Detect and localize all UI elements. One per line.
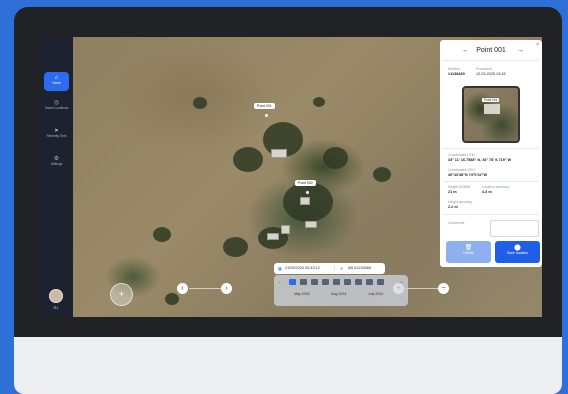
point-detail-panel: × ← Point 001 → Number #1138469 Processe… <box>440 40 542 267</box>
tree-canopy <box>165 293 179 305</box>
tree-canopy <box>323 147 348 169</box>
height-value: 21 m <box>448 190 457 194</box>
height-accuracy-label: Height accuracy <box>448 200 473 204</box>
trash-icon: 🗑 <box>464 245 473 251</box>
processed-value: 12.03.2025 13:45 <box>476 72 506 76</box>
building-roof <box>267 233 279 240</box>
height-label: Height EGM96 <box>448 185 471 189</box>
map-marker-pin[interactable] <box>306 191 309 194</box>
comments-input[interactable] <box>490 220 539 237</box>
panel-title: Point 001 <box>476 47 506 54</box>
processed-label: Processed <box>476 67 493 71</box>
utm-label: Coordinates UTM <box>448 153 475 157</box>
tree-canopy <box>313 97 325 107</box>
capture-datetime: 21/09/2024 05:43:12 <box>285 266 320 270</box>
number-value: #1138469 <box>448 72 465 76</box>
next-point-arrow-icon[interactable]: → <box>517 47 524 54</box>
sidebar-item-saved-locations[interactable]: ◎ Saved Locations <box>44 97 69 118</box>
divider <box>443 60 539 61</box>
utm-value: 33° 11' 16.7588" N, 34° 78' 9.715" W <box>448 158 512 162</box>
app-screen: ⌂ Home ◎ Saved Locations ➤ Recently Sent… <box>40 37 542 317</box>
building-roof <box>484 104 500 114</box>
timeline-thumbnail[interactable] <box>366 279 373 285</box>
geo-label: Coordinates GEO <box>448 168 475 172</box>
timeline-thumbnail[interactable] <box>311 279 318 285</box>
height-accuracy-value: 2.2 m <box>448 205 458 209</box>
timeline-thumbnail[interactable] <box>377 279 384 285</box>
imagery-timeline: ← → May 2020 Aug 2024 July 2024 <box>274 275 408 306</box>
timeline-thumbnail[interactable] <box>300 279 307 285</box>
sidebar-item-settings[interactable]: ⚙ Settings <box>44 153 69 172</box>
sidebar: ⌂ Home ◎ Saved Locations ➤ Recently Sent… <box>40 37 73 317</box>
timeline-thumbnail[interactable] <box>333 279 340 285</box>
user-initials: RJ <box>53 305 59 310</box>
timeline-thumbnail[interactable] <box>344 279 351 285</box>
number-label: Number <box>448 67 461 71</box>
building-roof <box>281 225 290 234</box>
sidebar-item-label: Recently Sent <box>46 134 67 138</box>
plane-icon: ✈ <box>340 267 344 271</box>
map-marker-label[interactable]: Point 002 <box>295 180 316 186</box>
add-point-button[interactable]: + <box>110 283 133 306</box>
avatar[interactable] <box>49 289 63 303</box>
divider <box>443 214 539 215</box>
sidebar-item-label: Saved Locations <box>44 106 69 110</box>
location-accuracy-value: 4.3 m <box>482 190 492 194</box>
divider <box>443 181 539 182</box>
save-location-label: Save location <box>506 251 529 255</box>
point-photo[interactable]: Point 001 <box>462 86 520 143</box>
calendar-icon: ▦ <box>278 267 282 271</box>
geo-value: 40°43'48"N 74°0'22"W <box>448 173 488 177</box>
capture-info-bar: ▦ 21/09/2024 05:43:12 | ✈ AB #1234568 <box>274 263 385 274</box>
monitor-chin <box>14 337 562 394</box>
tree-canopy <box>193 97 207 109</box>
timeline-thumbnail[interactable] <box>289 279 296 285</box>
zoom-out-button[interactable]: − <box>438 283 449 294</box>
timeline-date-label: Aug 2024 <box>331 292 347 296</box>
building-roof <box>300 197 310 205</box>
timeline-date-label: July 2024 <box>368 292 384 296</box>
building-roof <box>305 221 317 228</box>
close-icon[interactable]: × <box>536 42 539 48</box>
timeline-prev-arrow[interactable]: ← <box>278 279 283 285</box>
tree-canopy <box>223 237 248 257</box>
building-roof <box>271 149 287 158</box>
tree-canopy <box>233 147 263 172</box>
timeline-date-label: May 2020 <box>294 292 310 296</box>
prev-next-track <box>189 288 222 289</box>
zoom-slider[interactable] <box>405 288 438 289</box>
timeline-thumbnail[interactable] <box>355 279 362 285</box>
flight-id: AB #1234568 <box>348 266 372 270</box>
timeline-next-arrow[interactable]: → <box>398 279 403 285</box>
photo-point-tag: Point 001 <box>482 98 500 102</box>
tree-canopy <box>153 227 171 242</box>
pin-icon: ⬤ <box>514 245 521 251</box>
sidebar-item-label: Home <box>52 81 61 85</box>
comments-label: Comments <box>448 221 465 225</box>
map-marker-pin[interactable] <box>265 114 268 117</box>
monitor: ⌂ Home ◎ Saved Locations ➤ Recently Sent… <box>14 7 562 394</box>
next-image-button[interactable]: › <box>221 283 232 294</box>
save-location-button[interactable]: ⬤ Save location <box>495 241 540 263</box>
map-marker-label[interactable]: Point 001 <box>254 103 275 109</box>
delete-button-label: Delete <box>463 251 474 255</box>
tree-canopy <box>373 167 391 182</box>
divider <box>443 148 539 149</box>
sidebar-item-recently-sent[interactable]: ➤ Recently Sent <box>44 125 69 146</box>
timeline-thumbnail[interactable] <box>322 279 329 285</box>
divider: | <box>334 266 335 270</box>
sidebar-item-home[interactable]: ⌂ Home <box>44 72 69 91</box>
prev-image-button[interactable]: ‹ <box>177 283 188 294</box>
sidebar-item-label: Settings <box>50 162 63 166</box>
location-accuracy-label: Location accuracy <box>482 185 510 189</box>
delete-button[interactable]: 🗑 Delete <box>446 241 491 263</box>
